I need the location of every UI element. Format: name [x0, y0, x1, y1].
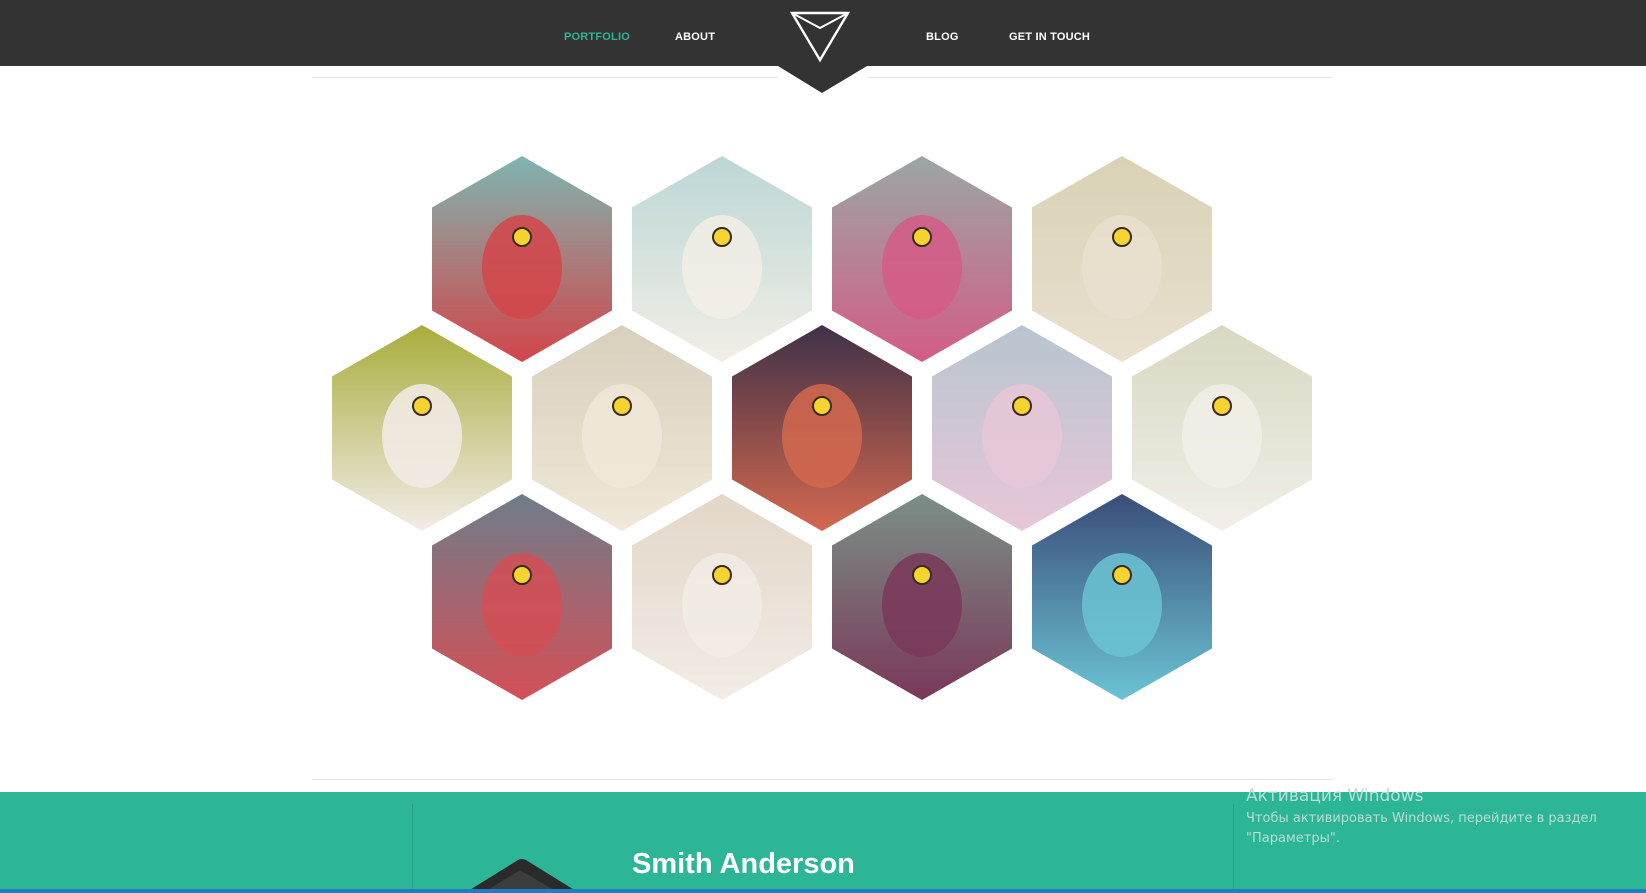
creature-eye: [1212, 396, 1232, 416]
taskbar-edge: [0, 889, 1646, 893]
portfolio-item[interactable]: tiki mask monster: [432, 494, 612, 700]
watermark-text: Чтобы активировать Windows, перейдите в …: [1246, 811, 1597, 846]
windows-activation-watermark: Активация Windows Чтобы активировать Win…: [1246, 786, 1606, 849]
creature-eye: [1112, 565, 1132, 585]
creature-eye: [1112, 227, 1132, 247]
portfolio-item[interactable]: horned egg monster: [832, 494, 1012, 700]
person-name: Smith Anderson: [632, 848, 855, 880]
portfolio-item[interactable]: puppet cow monster: [1032, 156, 1212, 362]
portfolio-item[interactable]: sleeping white creature: [332, 325, 512, 531]
avatar: [464, 859, 580, 893]
creature-eye: [412, 396, 432, 416]
creature-eye: [512, 565, 532, 585]
portfolio-item[interactable]: two yetis: [932, 325, 1112, 531]
portfolio-item[interactable]: red horned monster: [432, 156, 612, 362]
footer-divider-right: [1233, 804, 1234, 893]
portfolio-item[interactable]: tentacle monster: [732, 325, 912, 531]
portfolio-item[interactable]: white bird riding boar: [632, 494, 812, 700]
portfolio-item[interactable]: antlered pig creatures: [532, 325, 712, 531]
portfolio-item[interactable]: white yeti on branch: [1132, 325, 1312, 531]
creature-eye: [812, 396, 832, 416]
creature-eye: [512, 227, 532, 247]
footer-divider-left: [412, 804, 413, 893]
portfolio-item[interactable]: jellyfish: [1032, 494, 1212, 700]
creature-eye: [612, 396, 632, 416]
creature-eye: [912, 565, 932, 585]
portfolio-hex-grid: red horned monsterflying sheep monsterpi…: [332, 156, 1312, 700]
creature-eye: [1012, 396, 1032, 416]
watermark-title: Активация Windows: [1246, 786, 1424, 806]
portfolio-item[interactable]: flying sheep monster: [632, 156, 812, 362]
creature-eye: [712, 227, 732, 247]
portfolio-item[interactable]: pink cow monster: [832, 156, 1012, 362]
creature-eye: [912, 227, 932, 247]
creature-eye: [712, 565, 732, 585]
